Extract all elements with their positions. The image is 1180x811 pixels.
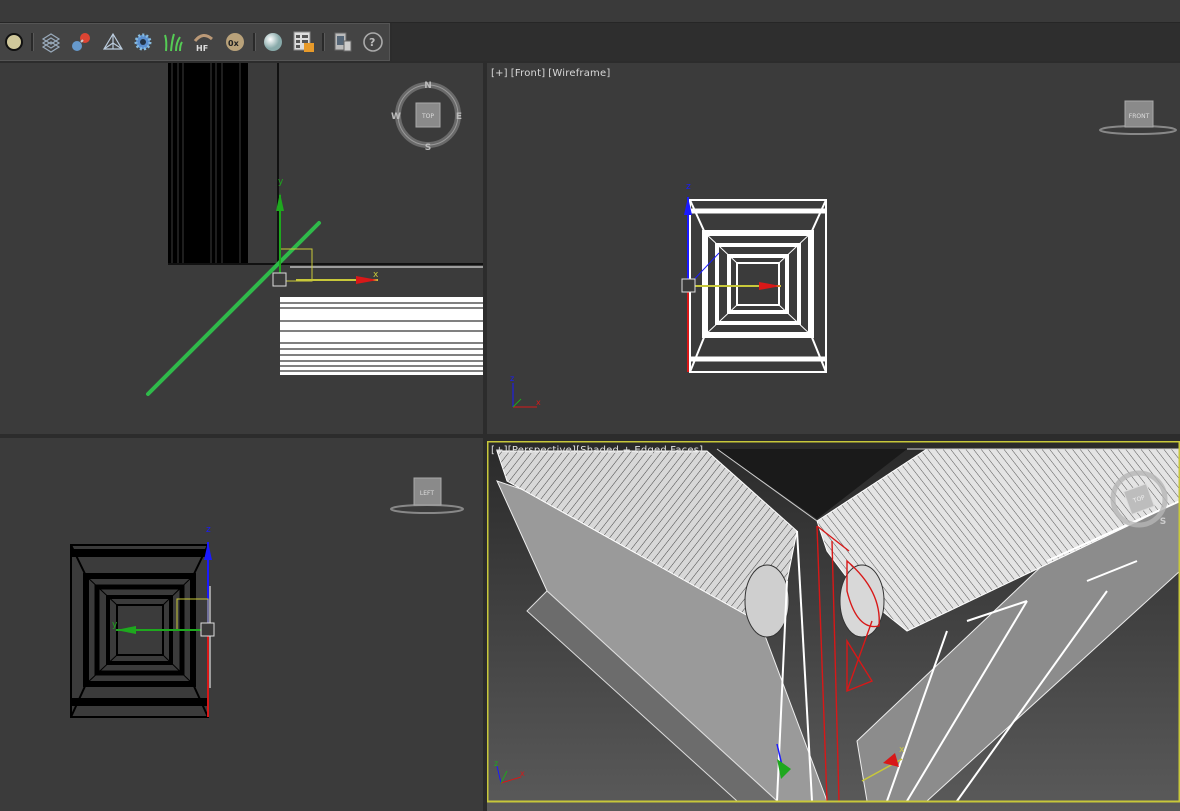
svg-text:z: z	[510, 374, 514, 383]
grass-icon[interactable]	[162, 31, 184, 53]
viewcube-front[interactable]: FRONT	[1099, 100, 1177, 135]
viewcube-top[interactable]: TOP N S E W	[391, 81, 462, 153]
svg-text:y: y	[112, 620, 118, 630]
render-setup-icon[interactable]	[292, 31, 314, 53]
material-sphere-icon[interactable]	[262, 31, 284, 53]
svg-text:z: z	[206, 525, 211, 535]
svg-text:z: z	[686, 182, 691, 192]
viewport-perspective[interactable]: x z x TOP S [+][Perspective][Shaded + Ed…	[487, 441, 1180, 811]
toolbar-empty-area	[392, 23, 1180, 61]
svg-text:y: y	[278, 177, 284, 187]
molecule-icon[interactable]	[70, 31, 92, 53]
toolbar-separator	[322, 33, 325, 51]
viewport-left[interactable]: z y LEFT	[0, 438, 483, 811]
svg-text:LEFT: LEFT	[420, 490, 434, 497]
svg-text:S: S	[1160, 517, 1166, 527]
svg-text:FRONT: FRONT	[1129, 113, 1150, 120]
device-icon[interactable]	[331, 31, 353, 53]
viewcube-left[interactable]: LEFT	[390, 477, 464, 514]
svg-text:E: E	[456, 112, 462, 122]
main-toolbar: HF 0x ?	[0, 23, 390, 61]
svg-text:0x: 0x	[228, 39, 240, 48]
svg-text:x: x	[520, 769, 525, 778]
viewport-label-perspective[interactable]: [+][Perspective][Shaded + Edged Faces]	[491, 445, 703, 456]
toolbar-separator	[253, 33, 256, 51]
menu-bar	[0, 0, 1180, 23]
help-icon[interactable]: ?	[362, 31, 384, 53]
gear-icon[interactable]	[132, 31, 154, 53]
svg-text:x: x	[899, 745, 905, 755]
zero-x-icon[interactable]: 0x	[224, 31, 246, 53]
svg-text:W: W	[391, 112, 401, 122]
svg-text:?: ?	[369, 36, 375, 49]
svg-text:TOP: TOP	[421, 113, 434, 120]
viewport-top[interactable]: x y TOP N S E W	[0, 63, 483, 434]
svg-text:S: S	[425, 143, 431, 153]
svg-text:x: x	[373, 270, 379, 280]
sphere-icon[interactable]	[3, 31, 25, 53]
svg-text:HF: HF	[196, 44, 208, 53]
svg-text:x: x	[536, 398, 541, 407]
grid-icon[interactable]	[40, 31, 62, 53]
svg-text:z: z	[494, 759, 498, 768]
pyramid-icon[interactable]	[102, 31, 124, 53]
hair-fur-icon[interactable]: HF	[192, 31, 214, 53]
svg-text:N: N	[424, 81, 432, 91]
toolbar-separator	[31, 33, 34, 51]
viewport-front[interactable]: [+] [Front] [Wireframe] z z x FRONT	[487, 63, 1180, 434]
